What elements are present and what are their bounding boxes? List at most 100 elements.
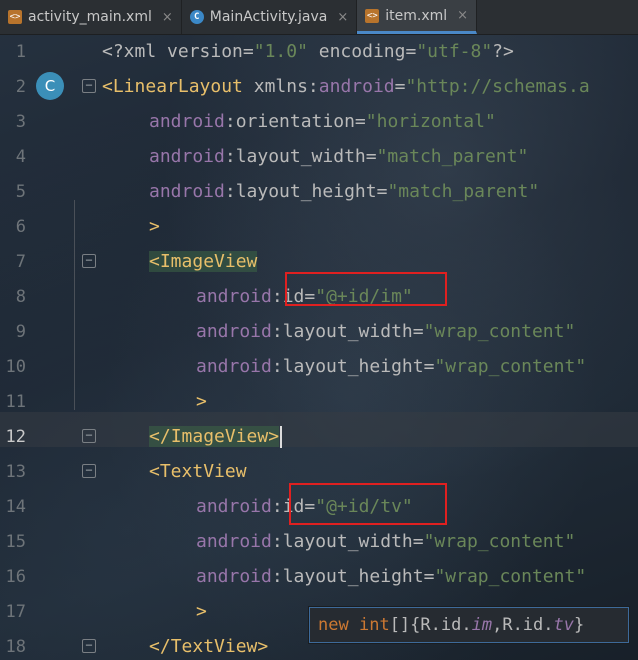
tag-bracket: </	[149, 426, 171, 447]
equals: =	[412, 531, 424, 552]
namespace: android	[196, 286, 272, 307]
tag-name: ImageView	[170, 426, 269, 447]
field-im: im	[471, 615, 493, 635]
r-id-prefix: R.id.	[420, 615, 472, 635]
namespace: android	[149, 111, 225, 132]
colon: :	[271, 531, 283, 552]
code-line-13: <TextView	[149, 454, 247, 489]
editor-tab-bar: <> activity_main.xml × C MainActivity.ja…	[0, 0, 638, 35]
java-class-icon: C	[189, 10, 204, 24]
code-line-1: <?xml version="1.0" encoding="utf-8"?>	[102, 34, 514, 69]
inline-hint-popup: new int[]{R.id. im, R.id. tv}	[309, 607, 629, 643]
namespace: android	[196, 321, 272, 342]
close-icon[interactable]: ×	[337, 10, 348, 25]
tag-bracket: >	[196, 601, 207, 622]
tag-bracket: >	[149, 216, 160, 237]
code-line-12: </ImageView>	[149, 419, 283, 454]
colon: :	[271, 356, 283, 377]
code-line-16: android:layout_height="wrap_content"	[196, 559, 586, 594]
equals: =	[394, 76, 406, 97]
attr-value: "wrap_content"	[423, 531, 576, 552]
namespace: android	[196, 531, 272, 552]
keyword-new: new	[318, 615, 349, 635]
code-line-9: android:layout_width="wrap_content"	[196, 314, 575, 349]
attr-value: "http://schemas.a	[405, 76, 590, 97]
tag-name: TextView	[170, 636, 258, 657]
attr-name: orientation	[235, 111, 355, 132]
equals: =	[423, 566, 435, 587]
colon: :	[271, 286, 283, 307]
tag-bracket: >	[196, 391, 207, 412]
code-line-7: <ImageView	[149, 244, 258, 279]
namespace: android	[318, 76, 395, 97]
close-icon[interactable]: ×	[457, 8, 468, 23]
equals: =	[412, 321, 424, 342]
tab-label: activity_main.xml	[28, 9, 152, 25]
keyword-int: int	[358, 615, 390, 635]
field-tv: tv	[553, 615, 574, 635]
attr-name: version	[156, 41, 243, 62]
code-line-6: >	[149, 209, 160, 244]
r-id-prefix: R.id.	[502, 615, 554, 635]
colon: :	[224, 181, 236, 202]
colon: :	[224, 111, 236, 132]
code-editor[interactable]: <?xml version="1.0" encoding="utf-8"?> <…	[0, 34, 638, 660]
text-caret	[280, 426, 283, 448]
attr-value: "wrap_content"	[434, 356, 587, 377]
attr-value: "utf-8"	[416, 41, 493, 62]
namespace: android	[149, 146, 225, 167]
tag-name: ImageView	[159, 251, 258, 272]
tag-bracket: >	[257, 636, 269, 657]
tag-bracket: <	[149, 251, 160, 272]
highlight-box-tv-id	[289, 483, 447, 525]
attr-name: layout_height	[282, 356, 424, 377]
colon: :	[307, 76, 319, 97]
namespace: android	[196, 566, 272, 587]
tag-bracket: >	[268, 426, 280, 447]
tab-activity-main-xml[interactable]: <> activity_main.xml ×	[0, 0, 182, 34]
attr-value: "wrap_content"	[434, 566, 587, 587]
tab-label: item.xml	[385, 7, 448, 24]
xml-file-icon: <>	[365, 8, 380, 23]
tag-name: TextView	[159, 461, 247, 482]
attr-name: layout_width	[282, 531, 413, 552]
comma: ,	[492, 615, 503, 635]
attr-name: layout_height	[282, 566, 424, 587]
attr-name: layout_width	[235, 146, 366, 167]
colon: :	[271, 321, 283, 342]
namespace: android	[196, 496, 272, 517]
tag-bracket: <	[102, 76, 113, 97]
equals: =	[242, 41, 254, 62]
tab-item-xml[interactable]: <> item.xml ×	[357, 0, 478, 34]
close-icon[interactable]: ×	[162, 10, 173, 25]
equals: =	[365, 146, 377, 167]
tab-mainactivity-java[interactable]: C MainActivity.java ×	[182, 0, 358, 34]
code-line-10: android:layout_height="wrap_content"	[196, 349, 586, 384]
xml-declaration-open: <?xml	[102, 41, 157, 62]
tag-bracket: <	[149, 461, 160, 482]
xml-declaration-close: ?>	[492, 41, 514, 62]
attr-value: "horizontal"	[365, 111, 496, 132]
attr-name: layout_height	[235, 181, 377, 202]
equals: =	[354, 111, 366, 132]
equals: =	[376, 181, 388, 202]
code-line-4: android:layout_width="match_parent"	[149, 139, 528, 174]
namespace: android	[149, 181, 225, 202]
attr-value: "match_parent"	[387, 181, 540, 202]
code-line-18: </TextView>	[149, 629, 268, 660]
attr-name: xmlns	[242, 76, 308, 97]
colon: :	[271, 496, 283, 517]
namespace: android	[196, 356, 272, 377]
equals: =	[405, 41, 417, 62]
highlight-box-im-id	[285, 272, 447, 306]
equals: =	[423, 356, 435, 377]
attr-name: encoding	[307, 41, 406, 62]
tag-bracket: </	[149, 636, 171, 657]
code-line-17: >	[196, 594, 207, 629]
code-line-5: android:layout_height="match_parent"	[149, 174, 539, 209]
code-line-2: <LinearLayout xmlns:android="http://sche…	[102, 69, 590, 104]
xml-file-icon: <>	[8, 10, 22, 24]
code-line-11: >	[196, 384, 207, 419]
closing-brace: }	[574, 615, 585, 635]
colon: :	[224, 146, 236, 167]
